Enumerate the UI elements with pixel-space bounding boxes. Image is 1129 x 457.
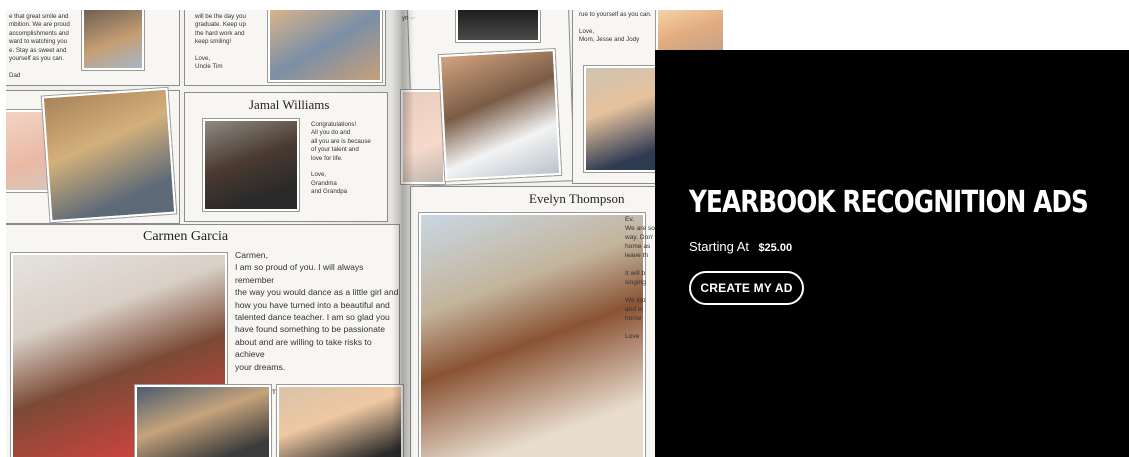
yearbook-hero-image: e that great smile and mbition. We are p… [6,10,723,457]
price-row: Starting At $25.00 [689,238,792,256]
little-girl-photo [584,66,658,172]
evelyn-name-heading: Evelyn Thompson [529,191,625,206]
carmen-ad-note: Carmen, I am so proud of you. I will alw… [235,250,398,396]
family-photo [277,385,403,457]
jamal-portrait-photo [203,119,299,211]
evelyn-portrait-photo [419,213,645,457]
ad-box-carmen: Carmen Garcia Carmen, I am so proud of y… [6,224,403,457]
jamal-ad-note: Congratulations! All you do and all you … [311,121,371,196]
promo-panel: YEARBOOK RECOGNITION ADS Starting At $25… [655,50,1129,457]
ad-box-jamal: Jamal Williams Congratulations! All you … [184,92,388,222]
top-right-ad-note: rue to yourself as you can. Love, Mom, J… [579,11,652,44]
carmen-name-heading: Carmen Garcia [143,229,229,244]
group-photo [135,385,271,457]
toddler-photo-top [656,10,723,54]
price-value: $25.00 [758,242,793,254]
evelyn-ad-note: Ev, We are so way. Don' home as leave th… [625,216,655,340]
teen-boy-photo [41,87,177,223]
legs-photo [456,10,540,42]
top-left-ad-note: e that great smile and mbition. We are p… [9,13,70,79]
create-my-ad-button[interactable]: CREATE MY AD [689,271,804,305]
promo-title: YEARBOOK RECOGNITION ADS [689,185,1089,220]
jamal-name-heading: Jamal Williams [249,97,330,112]
uncle-tim-photo [268,10,382,82]
boy-portrait-photo [82,10,144,70]
price-label: Starting At [689,239,749,254]
young-man-photo [438,49,562,181]
book-spine-shadow [392,10,414,457]
top-center-ad-note: will be the day you graduate. Keep up th… [195,13,246,71]
